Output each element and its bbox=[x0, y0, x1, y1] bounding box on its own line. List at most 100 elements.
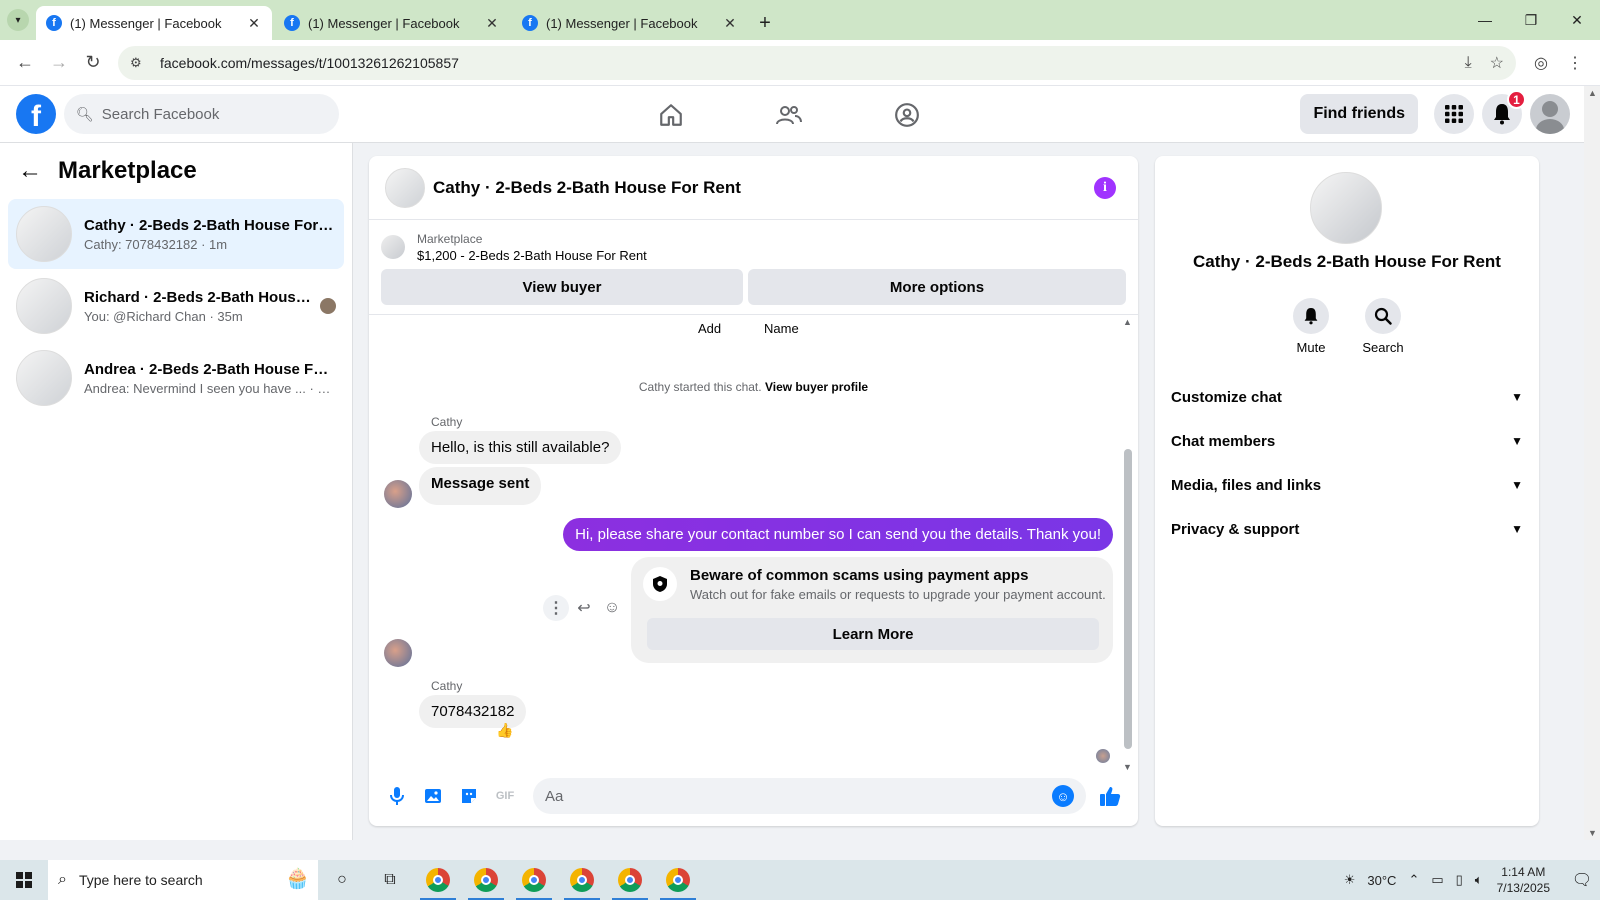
view-buyer-profile-link[interactable]: View buyer profile bbox=[765, 380, 868, 394]
more-options-button[interactable]: More options bbox=[748, 269, 1126, 305]
scroll-up-icon[interactable]: ▲ bbox=[1123, 317, 1132, 327]
incoming-message[interactable]: Message sent bbox=[419, 467, 542, 505]
chrome-icon bbox=[522, 868, 546, 892]
details-avatar[interactable] bbox=[1310, 172, 1382, 244]
taskbar-search-box[interactable]: ⌕ Type here to search 🧁 bbox=[48, 860, 318, 900]
back-arrow-icon[interactable]: ← bbox=[18, 157, 42, 185]
tab-search-button[interactable]: ▾ bbox=[0, 0, 36, 40]
thumbs-up-send-icon[interactable] bbox=[1092, 778, 1128, 814]
network-icon[interactable]: ▭ bbox=[1431, 872, 1443, 888]
sender-avatar[interactable] bbox=[384, 639, 412, 667]
url-text[interactable]: facebook.com/messages/t/1001326126210585… bbox=[160, 55, 1447, 71]
page-scrollbar[interactable]: ▲ ▼ bbox=[1584, 86, 1600, 840]
browser-tab[interactable]: f (1) Messenger | Facebook ✕ bbox=[512, 6, 748, 40]
more-actions-icon[interactable]: ⋮ bbox=[543, 595, 569, 621]
browser-tab[interactable]: f (1) Messenger | Facebook ✕ bbox=[36, 6, 272, 40]
media-files-links-section[interactable]: Media, files and links ▼ bbox=[1155, 463, 1539, 507]
minimize-icon[interactable]: — bbox=[1462, 0, 1508, 40]
notification-center-icon[interactable]: 🗨︎ bbox=[1564, 860, 1600, 900]
time: 1:14 AM bbox=[1501, 865, 1546, 879]
thumbs-up-reaction[interactable]: 👍 bbox=[496, 722, 513, 739]
cortana-icon[interactable]: ○ bbox=[318, 860, 366, 900]
conversation-item[interactable]: Richard · 2-Beds 2-Bath House F... You: … bbox=[8, 271, 344, 341]
profile-icon[interactable]: ◎ bbox=[1524, 46, 1558, 80]
scroll-down-icon[interactable]: ▼ bbox=[1588, 828, 1597, 838]
install-app-icon[interactable]: ⤓ bbox=[1465, 54, 1472, 72]
omnibox[interactable]: ⚙ facebook.com/messages/t/10013261262105… bbox=[118, 45, 1516, 80]
chrome-taskbar-icon[interactable] bbox=[510, 860, 558, 900]
chrome-taskbar-icon[interactable] bbox=[414, 860, 462, 900]
notifications-bell-icon[interactable]: 1 bbox=[1482, 90, 1526, 134]
window-controls: — ❐ ✕ bbox=[1462, 0, 1600, 40]
browser-tab[interactable]: f (1) Messenger | Facebook ✕ bbox=[274, 6, 510, 40]
message-input[interactable]: ☺ bbox=[533, 778, 1086, 814]
scrollbar-thumb[interactable] bbox=[1124, 449, 1132, 749]
facebook-logo-icon[interactable]: f bbox=[16, 94, 56, 134]
outgoing-message[interactable]: Hi, please share your contact number so … bbox=[563, 518, 1113, 551]
scam-warning-title: Beware of common scams using payment app… bbox=[690, 567, 1029, 584]
kebab-menu-icon[interactable]: ⋮ bbox=[1558, 46, 1592, 80]
incoming-message[interactable]: Hello, is this still available? bbox=[419, 431, 622, 464]
show-hidden-icons-icon[interactable]: ⌃ bbox=[1408, 872, 1419, 888]
new-tab-button[interactable]: + bbox=[750, 6, 780, 40]
emoji-icon[interactable]: ☺ bbox=[1052, 785, 1074, 807]
reload-icon[interactable]: ↻ bbox=[76, 46, 110, 80]
section-label: Privacy & support bbox=[1171, 520, 1300, 538]
close-window-icon[interactable]: ✕ bbox=[1554, 0, 1600, 40]
details-name: Cathy · 2-Beds 2-Bath House For Rent bbox=[1193, 252, 1501, 271]
add-label[interactable]: Add bbox=[698, 321, 721, 336]
sender-avatar[interactable] bbox=[384, 480, 412, 508]
conversation-item[interactable]: Andrea · 2-Beds 2-Bath House For ... And… bbox=[8, 343, 344, 413]
chrome-taskbar-icon[interactable] bbox=[606, 860, 654, 900]
volume-icon[interactable]: 🔈︎ bbox=[1475, 872, 1483, 888]
conversation-item[interactable]: Cathy · 2-Beds 2-Bath House For R... Cat… bbox=[8, 199, 344, 269]
chrome-taskbar-icon[interactable] bbox=[654, 860, 702, 900]
name-label[interactable]: Name bbox=[764, 321, 799, 336]
mute-button[interactable]: Mute bbox=[1276, 298, 1346, 355]
groups-icon[interactable] bbox=[848, 86, 966, 143]
friends-icon[interactable] bbox=[730, 86, 848, 143]
close-tab-icon[interactable]: ✕ bbox=[484, 15, 500, 32]
chat-members-section[interactable]: Chat members ▼ bbox=[1155, 419, 1539, 463]
clock[interactable]: 1:14 AM 7/13/2025 bbox=[1497, 864, 1550, 896]
scroll-up-icon[interactable]: ▲ bbox=[1588, 88, 1597, 98]
menu-grid-icon[interactable] bbox=[1434, 94, 1474, 134]
chat-scrollbar[interactable]: ▲ ▼ bbox=[1123, 317, 1132, 772]
info-icon[interactable]: i bbox=[1094, 177, 1116, 199]
restore-icon[interactable]: ❐ bbox=[1508, 0, 1554, 40]
photo-icon[interactable] bbox=[415, 778, 451, 814]
view-buyer-button[interactable]: View buyer bbox=[381, 269, 743, 305]
site-info-icon[interactable]: ⚙ bbox=[130, 55, 150, 71]
find-friends-button[interactable]: Find friends bbox=[1300, 94, 1418, 134]
home-icon[interactable] bbox=[612, 86, 730, 143]
back-arrow-icon[interactable]: ← bbox=[8, 46, 42, 80]
privacy-support-section[interactable]: Privacy & support ▼ bbox=[1155, 507, 1539, 551]
bookmark-star-icon[interactable]: ☆ bbox=[1490, 53, 1504, 73]
gif-icon[interactable]: GIF bbox=[487, 778, 523, 814]
conversation-list-panel: ← Marketplace Cathy · 2-Beds 2-Bath Hous… bbox=[0, 143, 353, 840]
close-tab-icon[interactable]: ✕ bbox=[246, 15, 262, 32]
task-view-icon[interactable]: ⧉ bbox=[366, 860, 414, 900]
customize-chat-section[interactable]: Customize chat ▼ bbox=[1155, 375, 1539, 419]
forward-arrow-icon[interactable]: → bbox=[42, 46, 76, 80]
account-avatar[interactable] bbox=[1530, 94, 1570, 134]
listing-thumbnail bbox=[16, 278, 72, 334]
chat-avatar[interactable] bbox=[385, 167, 425, 208]
battery-icon[interactable]: ▯ bbox=[1456, 872, 1463, 888]
chrome-taskbar-icon[interactable] bbox=[558, 860, 606, 900]
chrome-taskbar-icon[interactable] bbox=[462, 860, 510, 900]
message-text-field[interactable] bbox=[545, 787, 1052, 805]
sticker-icon[interactable] bbox=[451, 778, 487, 814]
weather-icon[interactable]: ☀ bbox=[1344, 872, 1356, 888]
facebook-search-input[interactable]: 🔍︎ Search Facebook bbox=[64, 94, 339, 134]
temperature[interactable]: 30°C bbox=[1367, 873, 1396, 888]
learn-more-button[interactable]: Learn More bbox=[647, 618, 1099, 650]
search-in-chat-button[interactable]: Search bbox=[1348, 298, 1418, 355]
reply-icon[interactable]: ↩ bbox=[571, 595, 597, 621]
close-tab-icon[interactable]: ✕ bbox=[722, 15, 738, 32]
start-button[interactable] bbox=[0, 860, 48, 900]
microphone-icon[interactable] bbox=[379, 778, 415, 814]
listing-row[interactable]: Marketplace $1,200 - 2-Beds 2-Bath House… bbox=[381, 228, 1126, 266]
react-emoji-icon[interactable]: ☺ bbox=[599, 595, 625, 621]
chat-title[interactable]: Cathy · 2-Beds 2-Bath House For Rent bbox=[433, 178, 741, 198]
